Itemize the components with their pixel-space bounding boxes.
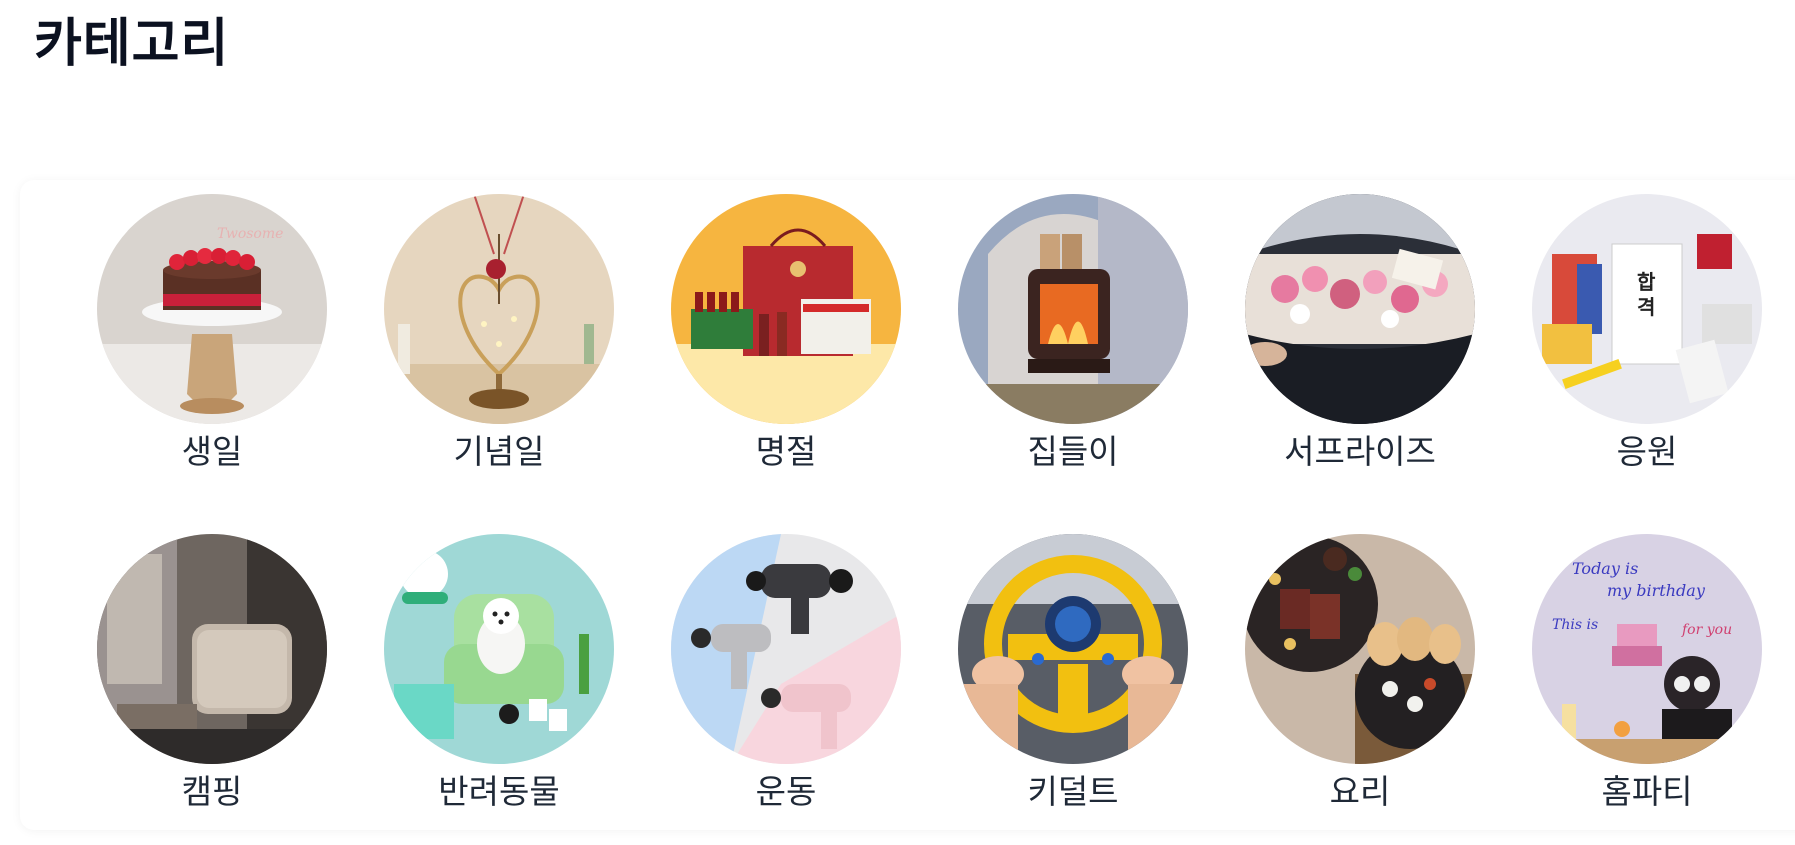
category-label: 집들이 <box>1027 432 1119 471</box>
category-label: 응원 <box>1616 432 1678 471</box>
birthday-party-projection-image: Today is my birthday This is for you <box>1532 534 1762 764</box>
category-item-surprise[interactable]: 서프라이즈 <box>1230 194 1490 474</box>
svg-text:합: 합 <box>1637 270 1656 294</box>
heart-lamp-image <box>384 194 614 424</box>
category-item-cheer[interactable]: 합 격 응원 <box>1517 194 1777 474</box>
category-item-anniversary[interactable]: 기념일 <box>369 194 629 474</box>
category-item-homeparty[interactable]: Today is my birthday This is for you 홈파티 <box>1517 534 1777 814</box>
massage-gun-image <box>671 534 901 764</box>
category-label: 서프라이즈 <box>1284 432 1436 471</box>
category-item-housewarming[interactable]: 집들이 <box>943 194 1203 474</box>
toy-steering-wheel-image <box>958 534 1188 764</box>
category-item-camping[interactable]: 캠핑 <box>82 534 342 814</box>
camping-luggage-image <box>97 534 327 764</box>
svg-text:Today is: Today is <box>1572 559 1638 578</box>
svg-text:This is: This is <box>1552 617 1598 633</box>
holiday-gift-set-image <box>671 194 901 424</box>
category-item-exercise[interactable]: 운동 <box>656 534 916 814</box>
category-item-cooking[interactable]: 요리 <box>1230 534 1490 814</box>
svg-text:격: 격 <box>1637 295 1655 319</box>
category-label: 기념일 <box>453 432 545 471</box>
car-trunk-flowers-image <box>1245 194 1475 424</box>
category-item-holiday[interactable]: 명절 <box>656 194 916 474</box>
birthday-cake-image: Twosome <box>97 194 327 424</box>
category-label: 명절 <box>755 432 817 471</box>
svg-text:for you: for you <box>1681 622 1732 638</box>
fireplace-lantern-image <box>958 194 1188 424</box>
category-panel: Twosome 생일 기념일 명절 집들이 서프라이즈 합 격 응원 캠핑 반려… <box>20 180 1795 830</box>
cheer-snack-pack-image: 합 격 <box>1532 194 1762 424</box>
category-label: 운동 <box>755 772 817 811</box>
pet-dog-image <box>384 534 614 764</box>
page-title: 카테고리 <box>34 14 230 74</box>
category-label: 반려동물 <box>438 772 560 811</box>
category-label: 키덜트 <box>1027 772 1119 811</box>
svg-text:my birthday: my birthday <box>1607 581 1706 600</box>
category-item-kidult[interactable]: 키덜트 <box>943 534 1203 814</box>
category-item-birthday[interactable]: Twosome 생일 <box>82 194 342 474</box>
category-label: 캠핑 <box>181 772 243 811</box>
svg-text:Twosome: Twosome <box>217 226 283 242</box>
category-label: 홈파티 <box>1601 772 1693 811</box>
category-label: 요리 <box>1329 772 1391 811</box>
category-label: 생일 <box>181 432 243 471</box>
category-item-pets[interactable]: 반려동물 <box>369 534 629 814</box>
steak-dishes-image <box>1245 534 1475 764</box>
